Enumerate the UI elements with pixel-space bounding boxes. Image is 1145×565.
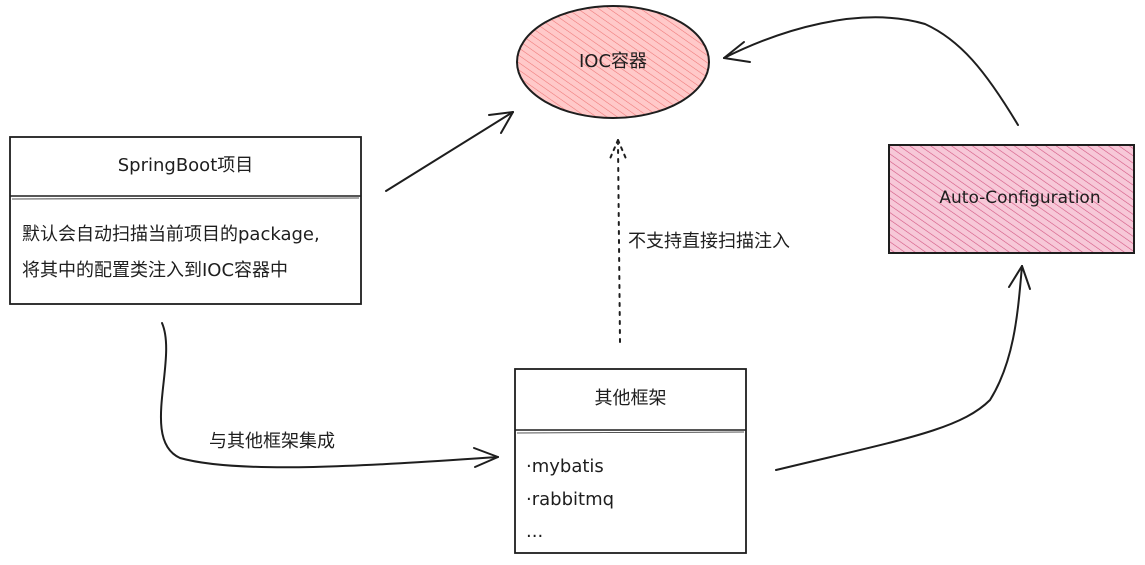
arrow-springboot-to-ioc <box>385 111 514 192</box>
not-supported-edge-label: 不支持直接扫描注入 <box>628 231 790 252</box>
other-frameworks-title: 其他框架 <box>594 388 667 409</box>
framework-item-more: ... <box>526 521 544 542</box>
arrow-autoconfig-to-ioc <box>723 16 1019 126</box>
arrow-frameworks-to-autoconfig <box>775 265 1031 471</box>
springboot-desc-line2: 将其中的配置类注入到IOC容器中 <box>22 260 289 281</box>
springboot-desc-line1: 默认会自动扫描当前项目的package, <box>22 224 320 245</box>
framework-item-mybatis: ·mybatis <box>526 456 604 477</box>
dotted-arrow-frameworks-to-ioc <box>608 139 628 343</box>
integrate-edge-label: 与其他框架集成 <box>209 431 335 452</box>
ioc-container-label: IOC容器 <box>578 51 648 72</box>
auto-configuration-label: Auto-Configuration <box>939 188 1101 208</box>
springboot-title: SpringBoot项目 <box>117 155 254 176</box>
framework-item-rabbitmq: ·rabbitmq <box>526 489 615 510</box>
